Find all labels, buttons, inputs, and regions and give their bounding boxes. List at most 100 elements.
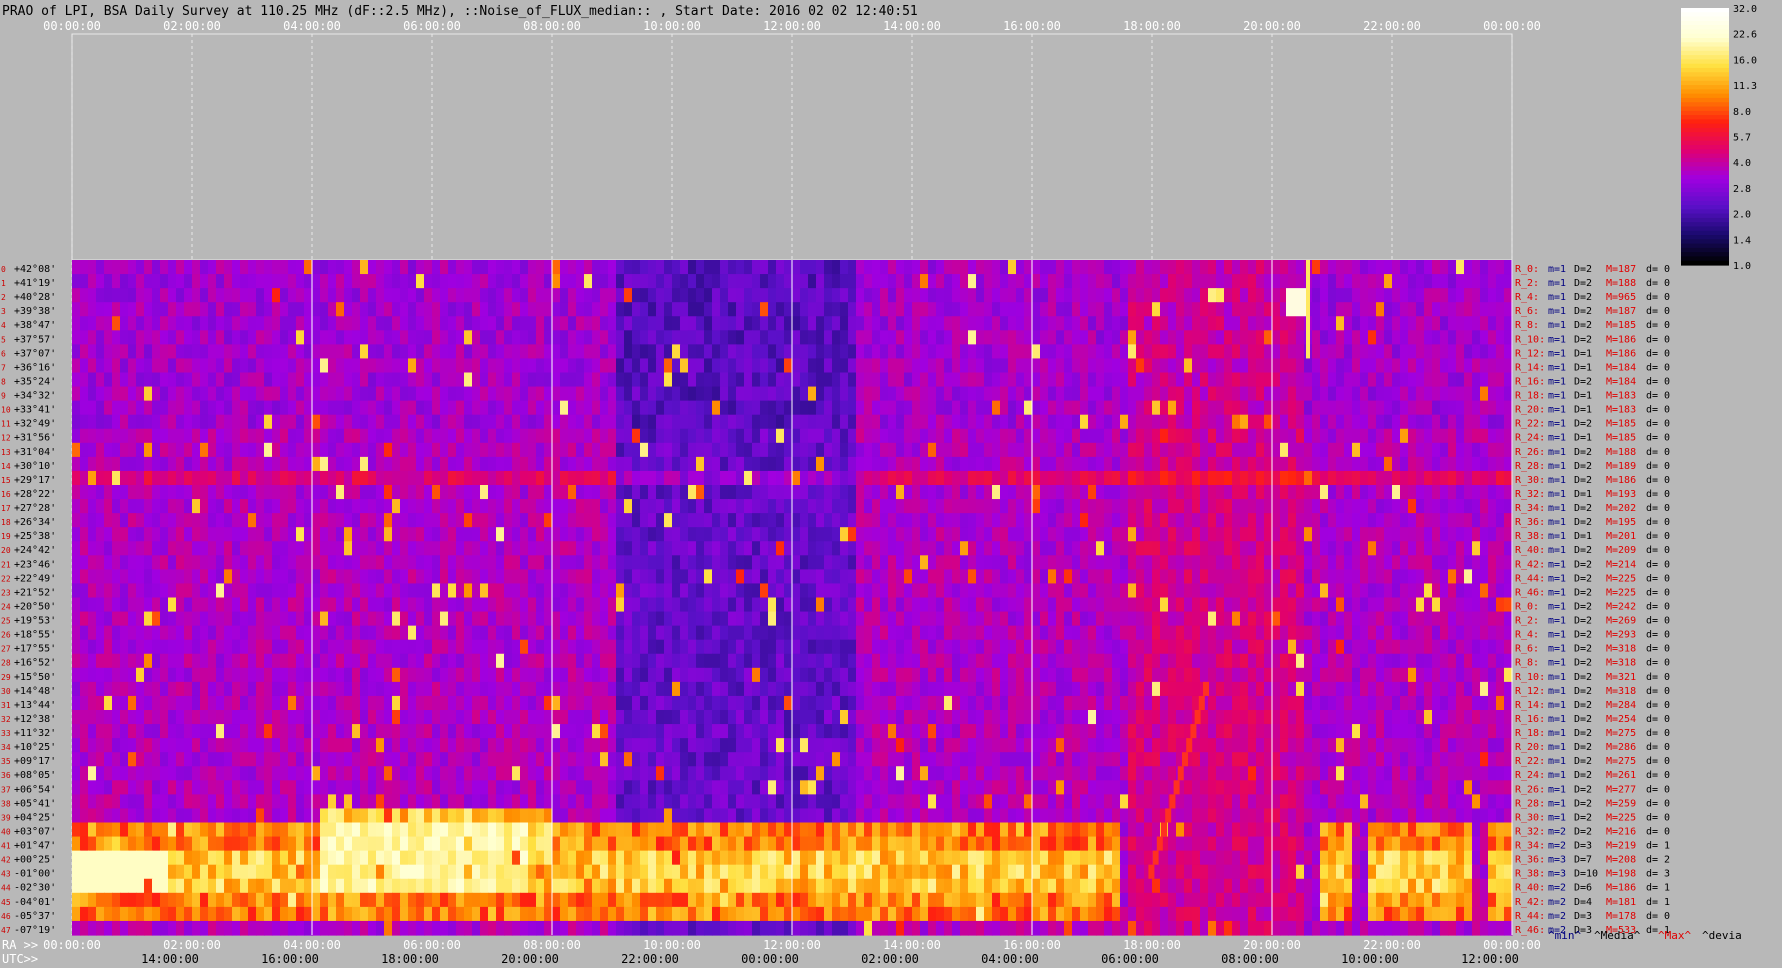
heatmap-cell: [360, 428, 369, 444]
heatmap-cell: [816, 344, 825, 360]
heatmap-cell: [392, 400, 401, 416]
heatmap-cell: [1456, 527, 1465, 542]
heatmap-cell: [840, 611, 849, 627]
heatmap-cell: [720, 569, 729, 585]
heatmap-cell: [1256, 344, 1265, 360]
heatmap-cell: [552, 639, 561, 655]
heatmap-cell: [648, 288, 657, 303]
heatmap-cell: [640, 485, 649, 500]
heatmap-cell: [208, 597, 217, 613]
heatmap-cell: [1360, 541, 1369, 556]
heatmap-cell: [1128, 330, 1137, 345]
heatmap-cell: [520, 330, 529, 345]
heatmap-cell: [1288, 541, 1297, 556]
heatmap-cell: [712, 555, 721, 570]
heatmap-cell: [432, 344, 441, 360]
heatmap-cell: [704, 428, 713, 444]
heatmap-cell: [784, 456, 793, 472]
heatmap-cell: [536, 260, 545, 275]
heatmap-cell: [208, 583, 217, 599]
heatmap-cell: [520, 527, 529, 542]
heatmap-cell: [720, 513, 729, 528]
heatmap-cell: [1344, 400, 1353, 416]
heatmap-cell: [1392, 442, 1401, 458]
heatmap-cell: [528, 499, 537, 514]
heatmap-cell: [1032, 302, 1041, 317]
heatmap-cell: [664, 541, 673, 556]
heatmap-cell: [896, 386, 905, 402]
heatmap-cell: [456, 400, 465, 416]
heatmap-cell: [568, 442, 577, 458]
heatmap-cell: [1416, 583, 1425, 599]
heatmap-cell: [1128, 316, 1137, 331]
heatmap-cell: [136, 414, 145, 430]
heatmap-cell: [360, 485, 369, 500]
heatmap-cell: [1376, 569, 1385, 585]
heatmap-cell: [1040, 583, 1049, 599]
heatmap-cell: [1288, 316, 1297, 331]
heatmap-cell: [792, 456, 801, 472]
heatmap-cell: [784, 260, 793, 275]
heatmap-cell: [656, 428, 665, 444]
heatmap-cell: [1024, 583, 1033, 599]
heatmap-cell: [464, 372, 473, 388]
heatmap-cell: [216, 541, 225, 556]
heatmap-cell: [1272, 428, 1281, 444]
heatmap-cell: [1232, 513, 1241, 528]
heatmap-cell: [848, 527, 857, 542]
heatmap-cell: [296, 344, 305, 360]
heatmap-cell: [768, 541, 777, 556]
heatmap-cell: [1008, 611, 1017, 627]
heatmap-cell: [168, 569, 177, 585]
heatmap-cell: [1016, 400, 1025, 416]
heatmap-cell: [752, 414, 761, 430]
heatmap-cell: [352, 611, 361, 627]
heatmap-cell: [800, 302, 809, 317]
heatmap-cell: [216, 400, 225, 416]
heatmap-cell: [616, 555, 625, 570]
heatmap-cell: [424, 456, 433, 472]
heatmap-cell: [1456, 386, 1465, 402]
heatmap-cell: [1152, 527, 1161, 542]
heatmap-cell: [688, 414, 697, 430]
heatmap-cell: [512, 470, 521, 486]
heatmap-cell: [168, 274, 177, 289]
heatmap-cell: [880, 372, 889, 388]
heatmap-cell: [880, 597, 889, 613]
heatmap-cell: [1400, 442, 1409, 458]
heatmap-cell: [120, 386, 129, 402]
heatmap-cell: [944, 428, 953, 444]
heatmap-cell: [1464, 513, 1473, 528]
heatmap-cell: [200, 260, 209, 275]
heatmap-cell: [1168, 485, 1177, 500]
heatmap-cell: [1400, 260, 1409, 275]
heatmap-cell: [320, 372, 329, 388]
heatmap-cell: [1088, 541, 1097, 556]
heatmap-cell: [1040, 330, 1049, 345]
heatmap-cell: [1104, 597, 1113, 613]
heatmap-cell: [200, 513, 209, 528]
heatmap-cell: [704, 597, 713, 613]
heatmap-cell: [1400, 372, 1409, 388]
heatmap-cell: [208, 288, 217, 303]
heatmap-cell: [1160, 470, 1169, 486]
heatmap-cell: [280, 611, 289, 627]
heatmap-cell: [1320, 428, 1329, 444]
heatmap-cell: [1312, 513, 1321, 528]
heatmap-cell: [872, 400, 881, 416]
heatmap-cell: [1064, 499, 1073, 514]
heatmap-cell: [160, 470, 169, 486]
heatmap-cell: [512, 414, 521, 430]
heatmap-cell: [936, 400, 945, 416]
heatmap-cell: [112, 400, 121, 416]
heatmap-cell: [1016, 428, 1025, 444]
heatmap-cell: [1208, 330, 1217, 345]
heatmap-cell: [1264, 358, 1273, 374]
top-tick-label: 16:00:00: [1003, 19, 1061, 33]
heatmap-cell: [1384, 470, 1393, 486]
heatmap-cell: [576, 513, 585, 528]
heatmap-cell: [112, 414, 121, 430]
heatmap-cell: [80, 428, 89, 444]
heatmap-cell: [1160, 456, 1169, 472]
heatmap-cell: [320, 316, 329, 331]
